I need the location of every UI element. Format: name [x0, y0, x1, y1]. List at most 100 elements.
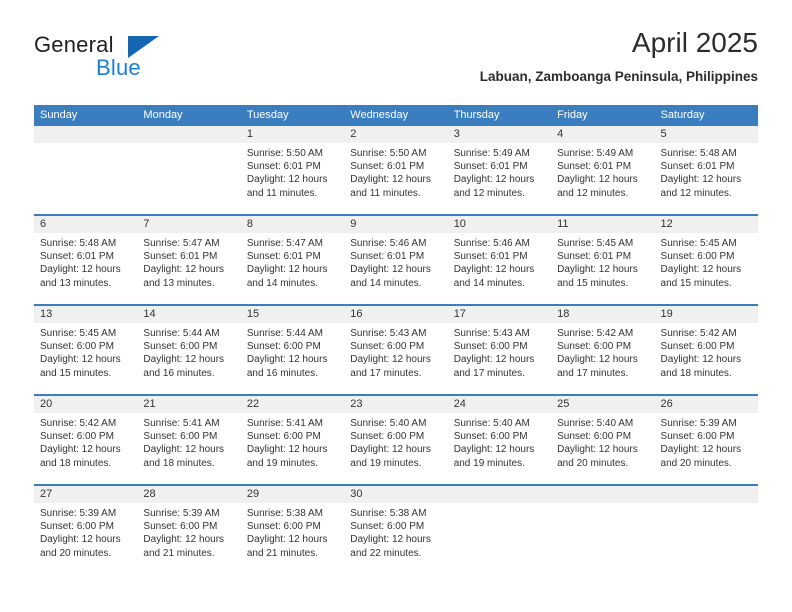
daylight-text-line2: and 22 minutes. [350, 547, 422, 559]
day-cell[interactable]: 20 Sunrise: 5:42 AM Sunset: 6:00 PM Dayl… [34, 396, 138, 484]
daylight-text-line2: and 14 minutes. [246, 277, 319, 289]
day-cell[interactable]: 30 Sunrise: 5:38 AM Sunset: 6:00 PM Dayl… [344, 486, 448, 574]
daylight-text-line2: and 15 minutes. [40, 367, 112, 379]
day-details: Sunrise: 5:39 AM Sunset: 6:00 PM Dayligh… [34, 503, 137, 560]
day-number: 5 [654, 126, 758, 143]
daylight-text-line1: Daylight: 12 hours [350, 354, 431, 366]
daylight-text-line1: Daylight: 12 hours [453, 174, 535, 186]
daylight-text-line2: and 12 minutes. [453, 187, 525, 199]
sunrise-text: Sunrise: 5:38 AM [350, 508, 427, 519]
sunrise-text: Sunrise: 5:48 AM [660, 148, 737, 159]
day-details: Sunrise: 5:44 AM Sunset: 6:00 PM Dayligh… [137, 323, 240, 380]
day-cell[interactable]: 23 Sunrise: 5:40 AM Sunset: 6:00 PM Dayl… [344, 396, 448, 484]
day-details: Sunrise: 5:42 AM Sunset: 6:00 PM Dayligh… [551, 323, 654, 380]
day-details: Sunrise: 5:43 AM Sunset: 6:00 PM Dayligh… [448, 323, 551, 380]
daylight-text-line1: Daylight: 12 hours [246, 174, 328, 186]
day-cell[interactable]: 24 Sunrise: 5:40 AM Sunset: 6:00 PM Dayl… [447, 396, 552, 484]
day-cell[interactable]: 9 Sunrise: 5:46 AM Sunset: 6:01 PM Dayli… [344, 216, 448, 304]
day-cell[interactable] [137, 126, 241, 214]
daylight-text-line2: and 14 minutes. [453, 277, 525, 289]
day-cell[interactable]: 22 Sunrise: 5:41 AM Sunset: 6:00 PM Dayl… [240, 396, 345, 484]
day-cell[interactable]: 26 Sunrise: 5:39 AM Sunset: 6:00 PM Dayl… [654, 396, 758, 484]
day-cell[interactable]: 17 Sunrise: 5:43 AM Sunset: 6:00 PM Dayl… [447, 306, 552, 394]
sunrise-text: Sunrise: 5:41 AM [143, 418, 220, 429]
day-cell[interactable]: 1 Sunrise: 5:50 AM Sunset: 6:01 PM Dayli… [240, 126, 345, 214]
sunset-text: Sunset: 6:00 PM [557, 431, 632, 443]
daylight-text-line1: Daylight: 12 hours [660, 444, 742, 456]
day-cell[interactable] [34, 126, 138, 214]
sunrise-text: Sunrise: 5:39 AM [660, 418, 737, 429]
day-cell[interactable]: 8 Sunrise: 5:47 AM Sunset: 6:01 PM Dayli… [240, 216, 345, 304]
day-number: 28 [137, 486, 241, 503]
sunrise-text: Sunrise: 5:45 AM [660, 238, 737, 249]
daylight-text-line1: Daylight: 12 hours [557, 174, 638, 186]
day-cell[interactable]: 28 Sunrise: 5:39 AM Sunset: 6:00 PM Dayl… [137, 486, 241, 574]
day-details: Sunrise: 5:47 AM Sunset: 6:01 PM Dayligh… [241, 233, 344, 290]
daylight-text-line2: and 17 minutes. [350, 367, 422, 379]
day-cell[interactable] [447, 486, 552, 574]
day-cell[interactable] [551, 486, 655, 574]
location-subtitle: Labuan, Zamboanga Peninsula, Philippines [479, 69, 758, 84]
day-cell[interactable] [654, 486, 758, 574]
day-cell[interactable]: 7 Sunrise: 5:47 AM Sunset: 6:01 PM Dayli… [137, 216, 241, 304]
day-cell[interactable]: 4 Sunrise: 5:49 AM Sunset: 6:01 PM Dayli… [551, 126, 655, 214]
daylight-text-line1: Daylight: 12 hours [246, 534, 328, 546]
sunrise-text: Sunrise: 5:45 AM [557, 238, 634, 249]
sunrise-text: Sunrise: 5:43 AM [350, 328, 427, 339]
sunset-text: Sunset: 6:00 PM [143, 521, 218, 533]
day-details: Sunrise: 5:49 AM Sunset: 6:01 PM Dayligh… [448, 143, 551, 200]
day-cell[interactable]: 10 Sunrise: 5:46 AM Sunset: 6:01 PM Dayl… [447, 216, 552, 304]
sunrise-text: Sunrise: 5:40 AM [453, 418, 530, 429]
day-number: 1 [240, 126, 345, 143]
day-cell[interactable]: 2 Sunrise: 5:50 AM Sunset: 6:01 PM Dayli… [344, 126, 448, 214]
sunset-text: Sunset: 6:01 PM [40, 251, 114, 263]
day-cell[interactable]: 18 Sunrise: 5:42 AM Sunset: 6:00 PM Dayl… [551, 306, 655, 394]
sunset-text: Sunset: 6:00 PM [350, 431, 425, 443]
day-cell[interactable]: 29 Sunrise: 5:38 AM Sunset: 6:00 PM Dayl… [240, 486, 345, 574]
daylight-text-line1: Daylight: 12 hours [557, 354, 638, 366]
day-number [137, 126, 241, 143]
day-details: Sunrise: 5:50 AM Sunset: 6:01 PM Dayligh… [241, 143, 344, 200]
page-title: April 2025 [631, 27, 758, 58]
day-details [551, 503, 654, 507]
day-cell[interactable]: 25 Sunrise: 5:40 AM Sunset: 6:00 PM Dayl… [551, 396, 655, 484]
day-cell[interactable]: 16 Sunrise: 5:43 AM Sunset: 6:00 PM Dayl… [344, 306, 448, 394]
sunset-text: Sunset: 6:00 PM [453, 341, 528, 353]
day-details: Sunrise: 5:39 AM Sunset: 6:00 PM Dayligh… [137, 503, 240, 560]
day-details: Sunrise: 5:50 AM Sunset: 6:01 PM Dayligh… [344, 143, 447, 200]
sunrise-text: Sunrise: 5:38 AM [246, 508, 323, 519]
week-row: 1 Sunrise: 5:50 AM Sunset: 6:01 PM Dayli… [34, 126, 758, 214]
day-details: Sunrise: 5:45 AM Sunset: 6:01 PM Dayligh… [551, 233, 654, 290]
sunset-text: Sunset: 6:01 PM [557, 251, 632, 263]
generalblue-logo[interactable]: General Blue [34, 32, 274, 86]
sunrise-text: Sunrise: 5:42 AM [660, 328, 737, 339]
day-cell[interactable]: 6 Sunrise: 5:48 AM Sunset: 6:01 PM Dayli… [34, 216, 138, 304]
day-details: Sunrise: 5:38 AM Sunset: 6:00 PM Dayligh… [241, 503, 344, 560]
daylight-text-line1: Daylight: 12 hours [557, 444, 638, 456]
sunrise-text: Sunrise: 5:46 AM [350, 238, 427, 249]
daylight-text-line2: and 12 minutes. [660, 187, 732, 199]
day-details: Sunrise: 5:47 AM Sunset: 6:01 PM Dayligh… [137, 233, 240, 290]
weekday-header-sunday: Sunday [40, 109, 78, 121]
day-number: 3 [447, 126, 552, 143]
sunset-text: Sunset: 6:00 PM [557, 341, 632, 353]
sunset-text: Sunset: 6:00 PM [246, 341, 321, 353]
day-cell[interactable]: 14 Sunrise: 5:44 AM Sunset: 6:00 PM Dayl… [137, 306, 241, 394]
day-details: Sunrise: 5:40 AM Sunset: 6:00 PM Dayligh… [551, 413, 654, 470]
day-cell[interactable]: 27 Sunrise: 5:39 AM Sunset: 6:00 PM Dayl… [34, 486, 138, 574]
day-number [34, 126, 138, 143]
day-number: 9 [344, 216, 448, 233]
day-cell[interactable]: 3 Sunrise: 5:49 AM Sunset: 6:01 PM Dayli… [447, 126, 552, 214]
day-number [551, 486, 655, 503]
daylight-text-line1: Daylight: 12 hours [143, 264, 225, 276]
day-cell[interactable]: 5 Sunrise: 5:48 AM Sunset: 6:01 PM Dayli… [654, 126, 758, 214]
day-cell[interactable]: 21 Sunrise: 5:41 AM Sunset: 6:00 PM Dayl… [137, 396, 241, 484]
day-cell[interactable]: 12 Sunrise: 5:45 AM Sunset: 6:00 PM Dayl… [654, 216, 758, 304]
day-cell[interactable]: 11 Sunrise: 5:45 AM Sunset: 6:01 PM Dayl… [551, 216, 655, 304]
day-cell[interactable]: 15 Sunrise: 5:44 AM Sunset: 6:00 PM Dayl… [240, 306, 345, 394]
day-cell[interactable]: 13 Sunrise: 5:45 AM Sunset: 6:00 PM Dayl… [34, 306, 138, 394]
daylight-text-line2: and 15 minutes. [660, 277, 732, 289]
day-cell[interactable]: 19 Sunrise: 5:42 AM Sunset: 6:00 PM Dayl… [654, 306, 758, 394]
sunrise-text: Sunrise: 5:40 AM [350, 418, 427, 429]
daylight-text-line1: Daylight: 12 hours [143, 534, 225, 546]
